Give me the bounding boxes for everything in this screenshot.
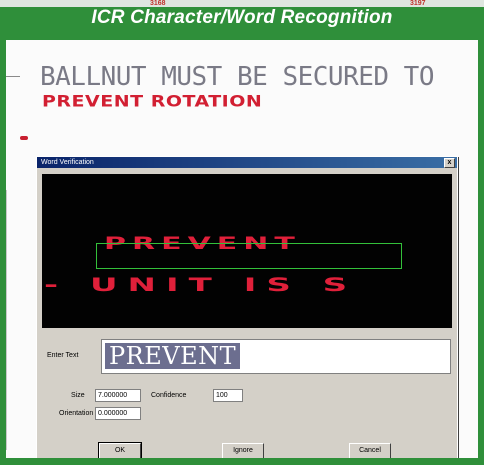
- banner: 3168 3197 ICR Character/Word Recognition: [0, 0, 484, 40]
- margin-dash: [6, 76, 20, 77]
- ignore-button[interactable]: Ignore: [222, 443, 264, 458]
- confidence-field[interactable]: 100: [213, 389, 243, 402]
- orientation-field[interactable]: 0.000000: [95, 407, 141, 420]
- strip-left-value: 3168: [150, 0, 166, 7]
- enter-text-label: Enter Text: [47, 352, 79, 359]
- margin-line: [6, 190, 7, 450]
- printed-text-line: BALLNUT MUST BE SECURED TO: [40, 62, 435, 92]
- size-label: Size: [71, 392, 85, 399]
- size-field[interactable]: 7.000000: [95, 389, 141, 402]
- enter-text-field[interactable]: PREVENT: [101, 339, 451, 374]
- cancel-button[interactable]: Cancel: [349, 443, 391, 458]
- orientation-label: Orientation: [59, 410, 94, 417]
- word-image-preview: PREVENT - UNIT IS S: [42, 174, 452, 328]
- preview-next-line: - UNIT IS S: [44, 274, 358, 296]
- banner-title: ICR Character/Word Recognition: [91, 7, 393, 28]
- confidence-label: Confidence: [151, 392, 187, 399]
- word-bounding-box: [96, 243, 402, 269]
- close-button[interactable]: x: [444, 158, 455, 168]
- enter-text-value: PREVENT: [105, 343, 241, 369]
- dialog-title: Word Verification: [41, 159, 94, 166]
- scanned-document: BALLNUT MUST BE SECURED TO PREVENT ROTAT…: [6, 40, 478, 458]
- word-verification-dialog: Word Verification x PREVENT - UNIT IS S …: [36, 156, 458, 458]
- strip-right-value: 3197: [410, 0, 426, 7]
- ok-button[interactable]: OK: [98, 442, 142, 458]
- green-frame: 3168 3197 ICR Character/Word Recognition…: [0, 0, 484, 465]
- handwritten-text-line: PREVENT ROTATION: [42, 92, 263, 111]
- dialog-titlebar[interactable]: Word Verification: [37, 157, 457, 168]
- ink-mark: [20, 136, 28, 140]
- banner-strip: 3168 3197: [0, 0, 484, 7]
